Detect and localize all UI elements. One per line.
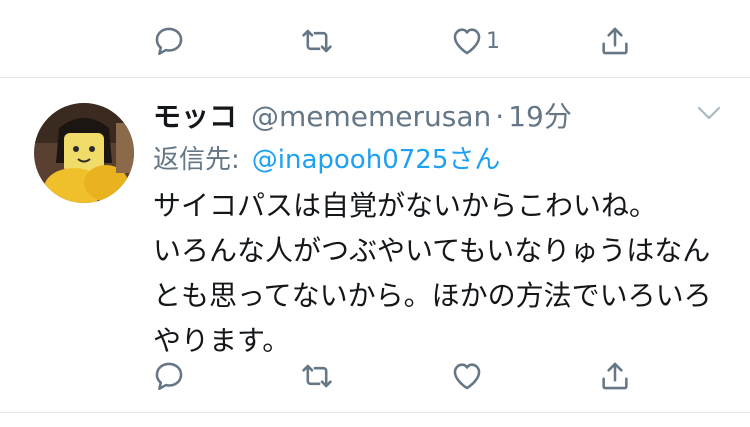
retweet-button[interactable] [300,346,334,406]
reply-button[interactable] [152,346,186,406]
tweet-text-line: サイコパスは自覚がないからこわいね。 [153,189,658,222]
reply-icon [155,362,183,391]
like-button[interactable] [450,346,484,406]
heart-icon [453,28,481,55]
retweet-icon [302,364,332,388]
tweet-text: サイコパスは自覚がないからこわいね。 いろんな人がつぶやいてもいなりゅうはなん … [153,183,723,363]
tweet-divider [0,412,750,413]
retweet-icon [302,29,332,53]
reply-context: 返信先: @inapooh0725さん [153,139,500,176]
author-name[interactable]: モッコ [153,95,237,135]
like-count: 1 [486,28,500,54]
reply-target-link[interactable]: @inapooh0725さん [252,145,501,175]
tweet-divider [0,77,750,78]
reply-button[interactable] [152,11,186,71]
previous-tweet-actions: 1 [0,11,750,71]
avatar-image [34,103,134,203]
share-icon [602,27,628,55]
tweet-actions [0,346,750,406]
separator-dot: · [495,100,505,133]
tweet-timestamp[interactable]: 19分 [508,95,572,135]
heart-icon [453,363,481,390]
share-icon [602,362,628,390]
tweet-text-line: いろんな人がつぶやいてもいなりゅうはなん [153,234,711,267]
share-button[interactable] [598,346,632,406]
author-handle[interactable]: @mememerusan [251,100,491,133]
retweet-button[interactable] [300,11,334,71]
share-button[interactable] [598,11,632,71]
chevron-down-icon [697,106,721,120]
tweet-menu-button[interactable] [695,102,723,124]
tweet-text-line: とも思ってないから。ほかの方法でいろいろ [153,279,712,312]
avatar[interactable] [34,103,134,203]
like-button[interactable]: 1 [450,11,500,71]
tweet-header: モッコ @mememerusan · 19分 [153,95,572,135]
reply-label: 返信先: [153,145,240,175]
reply-icon [155,27,183,56]
